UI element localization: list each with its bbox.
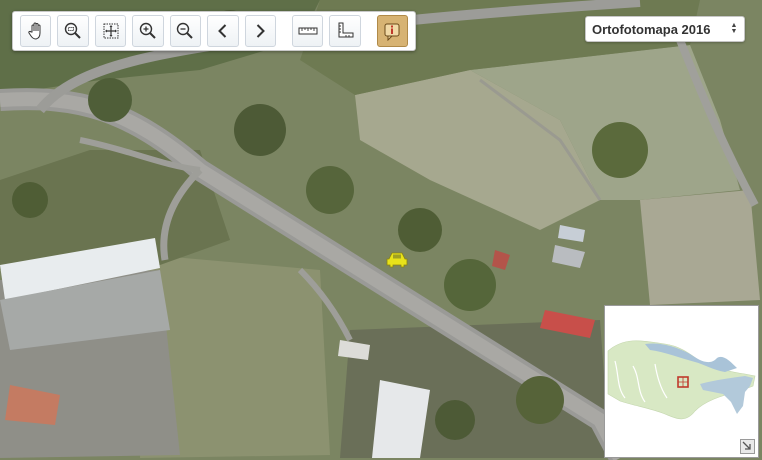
zoom-box-button[interactable]	[57, 15, 89, 47]
zoom-out-icon	[177, 22, 194, 39]
overview-map-graphic	[605, 306, 758, 457]
pan-tool-button[interactable]	[20, 15, 52, 47]
chevron-left-icon	[217, 24, 227, 38]
map-toolbar	[12, 11, 416, 51]
previous-extent-button[interactable]	[207, 15, 239, 47]
zoom-out-button[interactable]	[169, 15, 202, 47]
full-extent-icon	[103, 23, 119, 39]
collapse-arrow-icon	[742, 441, 751, 450]
full-extent-button[interactable]	[94, 15, 127, 47]
map-view[interactable]: Ortofotomapa 2016 ▲ ▼	[0, 0, 762, 460]
overview-map[interactable]	[604, 305, 759, 458]
zoom-in-button[interactable]	[132, 15, 164, 47]
ruler-icon	[298, 27, 318, 35]
next-extent-button[interactable]	[244, 15, 277, 47]
layer-select[interactable]: Ortofotomapa 2016 ▲ ▼	[585, 16, 745, 42]
chevron-right-icon	[257, 24, 266, 38]
measure-area-button[interactable]	[329, 15, 361, 47]
measure-distance-button[interactable]	[291, 15, 324, 47]
car-marker-icon[interactable]	[386, 250, 408, 268]
zoom-in-icon	[139, 22, 156, 39]
layer-select-value: Ortofotomapa 2016	[592, 21, 711, 37]
hand-icon	[28, 22, 41, 40]
area-ruler-icon	[338, 22, 354, 38]
zoom-box-icon	[64, 22, 81, 39]
info-icon	[384, 23, 400, 41]
info-tool-button[interactable]	[376, 15, 408, 47]
overview-toggle-button[interactable]	[740, 439, 755, 454]
select-arrows-icon: ▲ ▼	[730, 22, 738, 35]
